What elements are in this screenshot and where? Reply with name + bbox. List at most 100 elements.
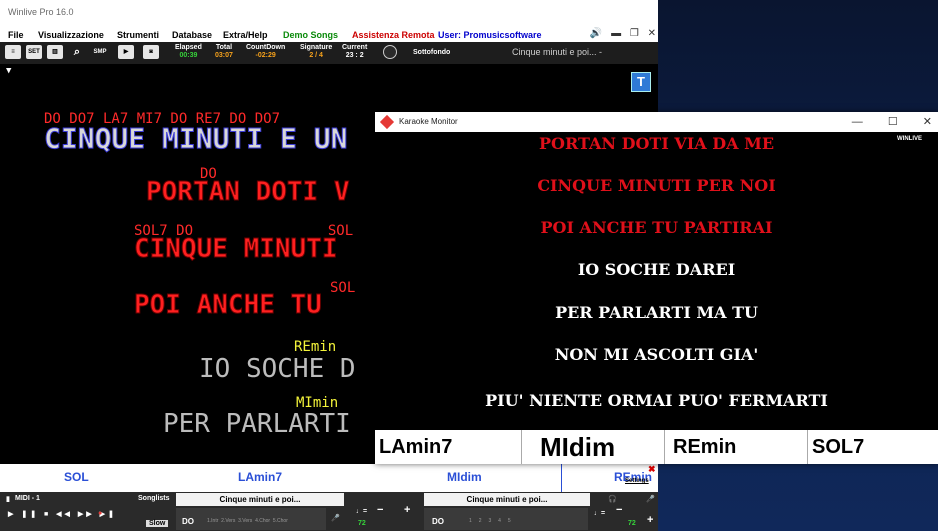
- km-chord-1: LAmin7: [375, 430, 522, 464]
- chord-line-5: REmin: [294, 339, 337, 355]
- tempo-plus-icon[interactable]: +: [404, 504, 410, 516]
- km-minimize-icon[interactable]: —: [852, 116, 863, 128]
- right-mic-icon[interactable]: 🎤: [646, 495, 655, 503]
- signature-value: 2 / 4: [309, 52, 323, 59]
- record-icon[interactable]: ●: [98, 510, 102, 517]
- elapsed-label: Elapsed: [175, 44, 202, 51]
- menu-file[interactable]: File: [8, 30, 24, 40]
- speed-button[interactable]: Slow: [146, 520, 169, 527]
- strip-chord-3: MIdim: [447, 470, 482, 484]
- right-tempo-minus-icon[interactable]: −: [616, 504, 622, 516]
- current-stat: Current 23 : 2: [342, 44, 367, 60]
- total-label: Total: [215, 44, 233, 51]
- lyric-line-1: CINQUE MINUTI E UN: [43, 122, 348, 156]
- km-line-2: CINQUE MINUTI PER NOI: [537, 176, 776, 195]
- karaoke-monitor-window: Karaoke Monitor — ☐ ✕ WINLIVE PORTAN DOT…: [375, 112, 938, 464]
- km-line-4: IO SOCHE DAREI: [577, 260, 736, 279]
- right-tempo: 72: [628, 520, 636, 527]
- video-icon[interactable]: ▶: [118, 45, 134, 59]
- km-line-5: PER PARLARTI MA TU: [555, 303, 758, 322]
- tempo-icon: ♩=: [356, 508, 368, 515]
- strip-chord-2: LAmin7: [238, 470, 283, 484]
- km-chord-3: REmin: [665, 430, 808, 464]
- km-window-controls: — ☐ ✕: [830, 115, 932, 128]
- km-chord-2: MIdim: [522, 430, 665, 464]
- close-icon[interactable]: ✕: [648, 28, 656, 39]
- left-section-label: DO: [182, 517, 194, 526]
- right-tempo-icon: ♩=: [594, 510, 606, 517]
- km-line-7: PIU' NIENTE ORMAI PUO' FERMARTI: [485, 391, 828, 410]
- menu-database[interactable]: Database: [172, 30, 212, 40]
- countdown-stat: CountDown -02:29: [246, 44, 285, 60]
- chord-strip: SOL LAmin7 MIdim REmin ✖ Settings: [0, 464, 658, 492]
- lyric-line-6: PER PARLARTI: [163, 409, 351, 439]
- right-song-box: Cinque minuti e poi...: [424, 493, 590, 506]
- search-icon[interactable]: ⌕: [69, 45, 85, 59]
- set-button[interactable]: SET: [26, 45, 42, 59]
- km-titlebar[interactable]: Karaoke Monitor — ☐ ✕: [375, 112, 938, 132]
- left-tempo: 72: [358, 520, 366, 527]
- km-line-1: PORTAN DOTI VIA DA ME: [538, 134, 775, 153]
- left-parts[interactable]: 1.Intr 2.Vers 3.Vers 4.Chor 5.Chor: [207, 518, 288, 524]
- current-value: 23 : 2: [345, 52, 364, 59]
- keyboard-icon[interactable]: ▥: [47, 45, 63, 59]
- window-title: Winlive Pro 16.0: [8, 7, 74, 17]
- strip-chord-1: SOL: [64, 470, 89, 484]
- speaker-icon[interactable]: 🔊: [590, 28, 602, 39]
- player-left: ▮ MIDI - 1 Songlists Cinque minuti e poi…: [0, 492, 420, 531]
- km-chord-4: SOL7: [812, 436, 865, 458]
- menu-extra-help[interactable]: Extra/Help: [223, 30, 268, 40]
- tempo-minus-icon[interactable]: −: [377, 504, 383, 516]
- text-toggle-button[interactable]: T: [631, 72, 651, 92]
- lyric-line-2: PORTAN DOTI V: [146, 177, 350, 208]
- toolbar: ≡ SET ▥ ⌕ SMP ▶ ◙ Elapsed 00:39 Total 03…: [0, 42, 658, 64]
- menu-assistenza-remota[interactable]: Assistenza Remota: [352, 30, 435, 40]
- menu-demo-songs[interactable]: Demo Songs: [283, 30, 338, 40]
- elapsed-value: 00:39: [179, 52, 198, 59]
- total-stat: Total 03:07: [215, 44, 233, 60]
- songlists-button[interactable]: Songlists: [138, 495, 170, 502]
- countdown-label: CountDown: [246, 44, 286, 51]
- current-song-title: Cinque minuti e poi... -: [512, 47, 603, 57]
- camera-icon[interactable]: ◙: [143, 45, 159, 59]
- strip-settings-link[interactable]: Settings: [625, 478, 649, 484]
- headphones-icon[interactable]: 🎧: [608, 495, 617, 503]
- midi-label: MIDI - 1: [15, 495, 40, 502]
- right-section-label: DO: [432, 517, 444, 526]
- strip-close-icon[interactable]: ✖: [648, 464, 656, 475]
- right-parts[interactable]: 1 2 3 4 5: [469, 518, 511, 524]
- countdown-value: -02:29: [255, 52, 276, 59]
- background-button[interactable]: Sottofondo: [413, 49, 450, 56]
- menu-visualizzazione[interactable]: Visualizzazione: [38, 30, 104, 40]
- window-controls: 🔊 ▬ ❐ ✕: [584, 28, 656, 39]
- signature-label: Signature: [300, 44, 333, 51]
- window-titlebar: Winlive Pro 16.0: [0, 0, 658, 28]
- km-title: Karaoke Monitor: [399, 117, 458, 126]
- player-right: Cinque minuti e poi... 🎧 🎤 DO 1 2 3 4 5 …: [422, 492, 658, 531]
- smp-button[interactable]: SMP: [92, 45, 108, 59]
- elapsed-stat: Elapsed 00:39: [175, 44, 202, 60]
- globe-icon[interactable]: [383, 45, 397, 59]
- signature-stat: Signature 2 / 4: [300, 44, 332, 60]
- km-maximize-icon[interactable]: ☐: [888, 116, 898, 128]
- current-label: Current: [342, 44, 368, 51]
- maximize-icon[interactable]: ❐: [630, 28, 639, 39]
- km-line-6: NON MI ASCOLTI GIA': [554, 345, 759, 364]
- dropdown-arrow-icon[interactable]: ▼: [6, 66, 11, 76]
- km-line-3: POI ANCHE TU PARTIRAI: [540, 218, 773, 237]
- lyric-line-4: POI ANCHE TU: [134, 290, 323, 321]
- menu-bar: File Visualizzazione Strumenti Database …: [0, 28, 658, 42]
- player-panels: ▮ MIDI - 1 Songlists Cinque minuti e poi…: [0, 492, 658, 531]
- chord-line-4: SOL: [330, 280, 356, 296]
- total-value: 03:07: [215, 52, 233, 59]
- playlist-icon[interactable]: ≡: [5, 45, 21, 59]
- user-label: User: Promusicsoftware: [438, 30, 542, 40]
- right-tempo-plus-icon[interactable]: +: [647, 514, 653, 526]
- minimize-icon[interactable]: ▬: [611, 28, 621, 39]
- lyric-line-3: CINQUE MINUTI: [134, 234, 338, 265]
- menu-strumenti[interactable]: Strumenti: [117, 30, 159, 40]
- mic-icon[interactable]: 🎤: [331, 514, 340, 522]
- km-close-icon[interactable]: ✕: [923, 116, 932, 128]
- km-chord-bar: LAmin7 MIdim REmin SOL7: [375, 430, 938, 464]
- strip-divider: [561, 464, 562, 492]
